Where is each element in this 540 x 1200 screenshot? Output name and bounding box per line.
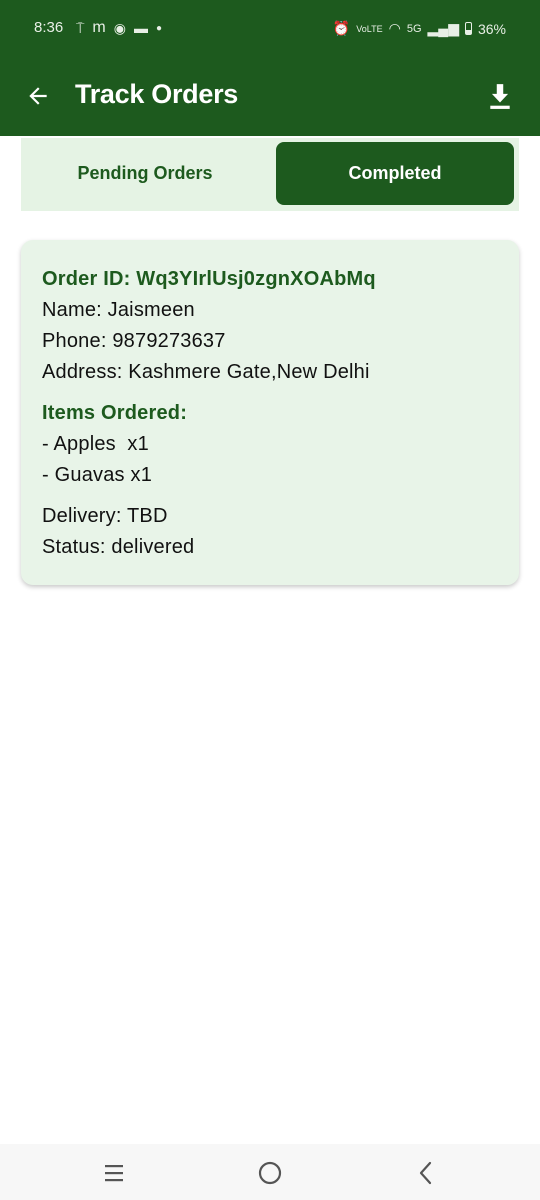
system-back-button[interactable] xyxy=(406,1156,446,1190)
order-card[interactable]: Order ID: Wq3YIrlUsj0zgnXOAbMq Name: Jai… xyxy=(21,240,519,585)
item-guavas: - Guavas x1 xyxy=(42,464,153,486)
arrow-left-icon xyxy=(29,87,47,105)
m-app-icon: m xyxy=(92,19,106,36)
items-heading: Items Ordered: xyxy=(42,402,188,424)
chevron-left-icon xyxy=(419,1161,432,1185)
network-type: 5G xyxy=(406,22,422,35)
customer-phone: Phone: 9879273637 xyxy=(42,330,226,352)
delivery-info: Delivery: TBD xyxy=(42,505,168,527)
download-icon xyxy=(490,84,510,109)
volte-icon: VoLTE xyxy=(356,23,383,34)
tab-completed[interactable]: Completed xyxy=(276,142,514,205)
battery-level: 36% xyxy=(477,20,506,37)
message-icon: ▬ xyxy=(133,20,148,36)
order-id: Order ID: Wq3YIrlUsj0zgnXOAbMq xyxy=(42,268,376,290)
system-nav-bar xyxy=(0,1144,540,1200)
dot-icon: ● xyxy=(155,22,162,34)
customer-name: Name: Jaismeen xyxy=(42,299,195,321)
status-bar: 8:36 ⍑ m ◉ ▬ ● ⏰ VoLTE ◠ 5G ▂▄▆ 36% xyxy=(0,0,540,58)
back-button[interactable] xyxy=(20,78,56,114)
download-button[interactable] xyxy=(482,78,518,114)
item-apples: - Apples x1 xyxy=(42,433,149,455)
recent-apps-button[interactable] xyxy=(94,1156,134,1190)
status-time: 8:36 xyxy=(34,19,64,36)
alarm-icon: ⏰ xyxy=(332,20,351,36)
signal-icon: ▂▄▆ xyxy=(427,20,459,36)
order-tabs: Pending Orders Completed xyxy=(21,138,519,211)
wifi-icon: ◠ xyxy=(388,20,401,36)
signal-tower-icon: ⍑ xyxy=(76,19,85,36)
battery-icon xyxy=(464,22,472,35)
recent-apps-icon xyxy=(105,1165,123,1182)
order-status: Status: delivered xyxy=(42,536,195,558)
customer-address: Address: Kashmere Gate,New Delhi xyxy=(42,361,370,383)
page-title: Track Orders xyxy=(75,79,239,109)
status-right: ⏰ VoLTE ◠ 5G ▂▄▆ 36% xyxy=(333,20,506,37)
tab-pending-orders[interactable]: Pending Orders xyxy=(21,142,269,205)
app-bar: Track Orders xyxy=(0,58,540,136)
home-icon xyxy=(258,1161,282,1185)
whatsapp-icon: ◉ xyxy=(113,19,126,36)
notification-icons: ⍑ m ◉ ▬ ● xyxy=(76,19,162,37)
home-button[interactable] xyxy=(250,1156,290,1190)
